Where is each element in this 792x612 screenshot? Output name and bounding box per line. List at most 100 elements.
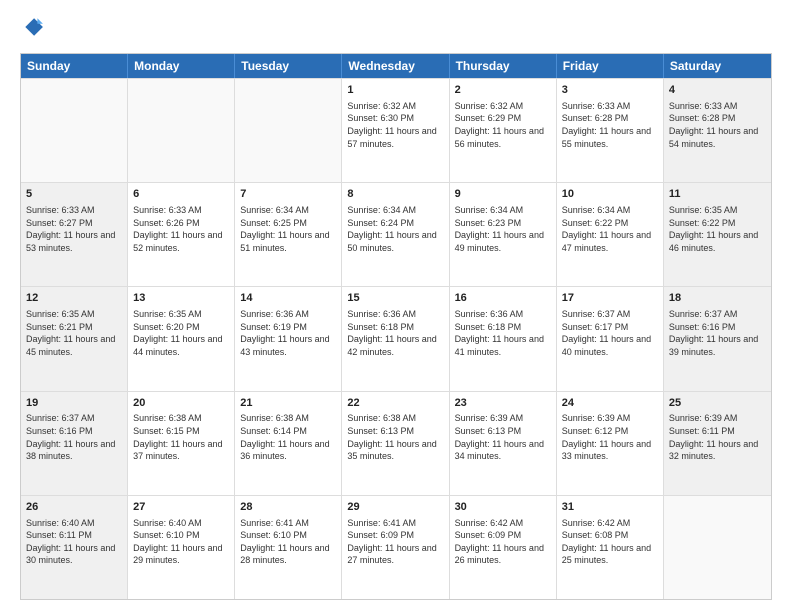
day-cell-27: 27Sunrise: 6:40 AM Sunset: 6:10 PM Dayli… [128,496,235,599]
day-header-friday: Friday [557,54,664,78]
day-number: 7 [240,187,336,202]
calendar-row-5: 26 Sunrise: 6:40 AM Sunset: 6:11 PM Dayli… [21,495,771,599]
day-number: 8 [347,187,443,202]
day-number: 19 [26,396,122,411]
day-cell-21: 21Sunrise: 6:38 AM Sunset: 6:14 PM Dayli… [235,392,342,495]
day-number: 2 [455,83,551,98]
empty-cell-4-6 [664,496,771,599]
day-number: 26 [26,500,122,515]
day-number: 3 [562,83,658,98]
cell-info: Sunrise: 6:39 AM Sunset: 6:11 PM Dayligh… [669,412,766,462]
empty-cell-0-2 [235,79,342,182]
day-cell-31: 31Sunrise: 6:42 AM Sunset: 6:08 PM Dayli… [557,496,664,599]
day-number: 11 [669,187,766,202]
day-cell-4: 4 Sunrise: 6:33 AM Sunset: 6:28 PM Daylig… [664,79,771,182]
cell-info: Sunrise: 6:39 AM Sunset: 6:13 PM Dayligh… [455,412,551,462]
calendar-row-4: 19Sunrise: 6:37 AM Sunset: 6:16 PM Dayli… [21,391,771,495]
day-cell-11: 11 Sunrise: 6:35 AM Sunset: 6:22 PM Dayli… [664,183,771,286]
day-number: 14 [240,291,336,306]
cell-info: Sunrise: 6:33 AM Sunset: 6:28 PM Dayligh… [562,100,658,150]
page: SundayMondayTuesdayWednesdayThursdayFrid… [0,0,792,612]
cell-info: Sunrise: 6:40 AM Sunset: 6:11 PM Dayligh… [26,517,122,567]
day-header-thursday: Thursday [450,54,557,78]
cell-info: Sunrise: 6:38 AM Sunset: 6:14 PM Dayligh… [240,412,336,462]
day-number: 9 [455,187,551,202]
day-header-monday: Monday [128,54,235,78]
day-cell-25: 25Sunrise: 6:39 AM Sunset: 6:11 PM Dayli… [664,392,771,495]
day-number: 20 [133,396,229,411]
day-cell-24: 24Sunrise: 6:39 AM Sunset: 6:12 PM Dayli… [557,392,664,495]
cell-info: Sunrise: 6:33 AM Sunset: 6:28 PM Dayligh… [669,100,766,150]
cell-info: Sunrise: 6:34 AM Sunset: 6:22 PM Dayligh… [562,204,658,254]
day-cell-3: 3 Sunrise: 6:33 AM Sunset: 6:28 PM Daylig… [557,79,664,182]
logo [20,16,44,43]
calendar-row-2: 5 Sunrise: 6:33 AM Sunset: 6:27 PM Daylig… [21,182,771,286]
day-cell-1: 1Sunrise: 6:32 AM Sunset: 6:30 PM Daylig… [342,79,449,182]
day-cell-16: 16Sunrise: 6:36 AM Sunset: 6:18 PM Dayli… [450,287,557,390]
cell-info: Sunrise: 6:42 AM Sunset: 6:09 PM Dayligh… [455,517,551,567]
cell-info: Sunrise: 6:41 AM Sunset: 6:10 PM Dayligh… [240,517,336,567]
day-cell-15: 15 Sunrise: 6:36 AM Sunset: 6:18 PM Dayli… [342,287,449,390]
cell-info: Sunrise: 6:34 AM Sunset: 6:23 PM Dayligh… [455,204,551,254]
cell-info: Sunrise: 6:38 AM Sunset: 6:13 PM Dayligh… [347,412,443,462]
cell-info: Sunrise: 6:40 AM Sunset: 6:10 PM Dayligh… [133,517,229,567]
day-header-sunday: Sunday [21,54,128,78]
calendar-row-3: 12 Sunrise: 6:35 AM Sunset: 6:21 PM Dayli… [21,286,771,390]
day-cell-12: 12 Sunrise: 6:35 AM Sunset: 6:21 PM Dayli… [21,287,128,390]
empty-cell-0-1 [128,79,235,182]
cell-info: Sunrise: 6:34 AM Sunset: 6:24 PM Dayligh… [347,204,443,254]
day-header-tuesday: Tuesday [235,54,342,78]
day-cell-10: 10 Sunrise: 6:34 AM Sunset: 6:22 PM Dayli… [557,183,664,286]
day-cell-26: 26 Sunrise: 6:40 AM Sunset: 6:11 PM Dayli… [21,496,128,599]
day-number: 13 [133,291,229,306]
cell-info: Sunrise: 6:32 AM Sunset: 6:30 PM Dayligh… [347,100,443,150]
day-number: 16 [455,291,551,306]
day-cell-30: 30 Sunrise: 6:42 AM Sunset: 6:09 PM Dayli… [450,496,557,599]
day-number: 15 [347,291,443,306]
day-number: 17 [562,291,658,306]
day-number: 31 [562,500,658,515]
day-cell-29: 29 Sunrise: 6:41 AM Sunset: 6:09 PM Dayli… [342,496,449,599]
cell-info: Sunrise: 6:33 AM Sunset: 6:26 PM Dayligh… [133,204,229,254]
day-cell-18: 18Sunrise: 6:37 AM Sunset: 6:16 PM Dayli… [664,287,771,390]
day-cell-14: 14 Sunrise: 6:36 AM Sunset: 6:19 PM Dayli… [235,287,342,390]
day-number: 5 [26,187,122,202]
day-number: 28 [240,500,336,515]
day-cell-20: 20Sunrise: 6:38 AM Sunset: 6:15 PM Dayli… [128,392,235,495]
cell-info: Sunrise: 6:37 AM Sunset: 6:16 PM Dayligh… [669,308,766,358]
day-cell-13: 13 Sunrise: 6:35 AM Sunset: 6:20 PM Dayli… [128,287,235,390]
day-cell-23: 23Sunrise: 6:39 AM Sunset: 6:13 PM Dayli… [450,392,557,495]
day-header-wednesday: Wednesday [342,54,449,78]
day-cell-9: 9 Sunrise: 6:34 AM Sunset: 6:23 PM Daylig… [450,183,557,286]
empty-cell-0-0 [21,79,128,182]
cell-info: Sunrise: 6:39 AM Sunset: 6:12 PM Dayligh… [562,412,658,462]
logo-icon [22,16,44,38]
cell-info: Sunrise: 6:35 AM Sunset: 6:22 PM Dayligh… [669,204,766,254]
day-number: 24 [562,396,658,411]
day-cell-5: 5 Sunrise: 6:33 AM Sunset: 6:27 PM Daylig… [21,183,128,286]
cell-info: Sunrise: 6:35 AM Sunset: 6:21 PM Dayligh… [26,308,122,358]
cell-info: Sunrise: 6:41 AM Sunset: 6:09 PM Dayligh… [347,517,443,567]
day-cell-17: 17 Sunrise: 6:37 AM Sunset: 6:17 PM Dayli… [557,287,664,390]
day-number: 22 [347,396,443,411]
day-number: 12 [26,291,122,306]
day-cell-22: 22Sunrise: 6:38 AM Sunset: 6:13 PM Dayli… [342,392,449,495]
day-number: 4 [669,83,766,98]
day-cell-7: 7Sunrise: 6:34 AM Sunset: 6:25 PM Daylig… [235,183,342,286]
day-number: 23 [455,396,551,411]
day-number: 29 [347,500,443,515]
cell-info: Sunrise: 6:36 AM Sunset: 6:18 PM Dayligh… [347,308,443,358]
day-number: 30 [455,500,551,515]
day-number: 10 [562,187,658,202]
cell-info: Sunrise: 6:37 AM Sunset: 6:17 PM Dayligh… [562,308,658,358]
header [20,16,772,43]
day-number: 25 [669,396,766,411]
cell-info: Sunrise: 6:35 AM Sunset: 6:20 PM Dayligh… [133,308,229,358]
calendar-row-1: 1Sunrise: 6:32 AM Sunset: 6:30 PM Daylig… [21,78,771,182]
cell-info: Sunrise: 6:38 AM Sunset: 6:15 PM Dayligh… [133,412,229,462]
cell-info: Sunrise: 6:36 AM Sunset: 6:19 PM Dayligh… [240,308,336,358]
cell-info: Sunrise: 6:33 AM Sunset: 6:27 PM Dayligh… [26,204,122,254]
day-number: 21 [240,396,336,411]
day-header-saturday: Saturday [664,54,771,78]
calendar-body: 1Sunrise: 6:32 AM Sunset: 6:30 PM Daylig… [21,78,771,599]
